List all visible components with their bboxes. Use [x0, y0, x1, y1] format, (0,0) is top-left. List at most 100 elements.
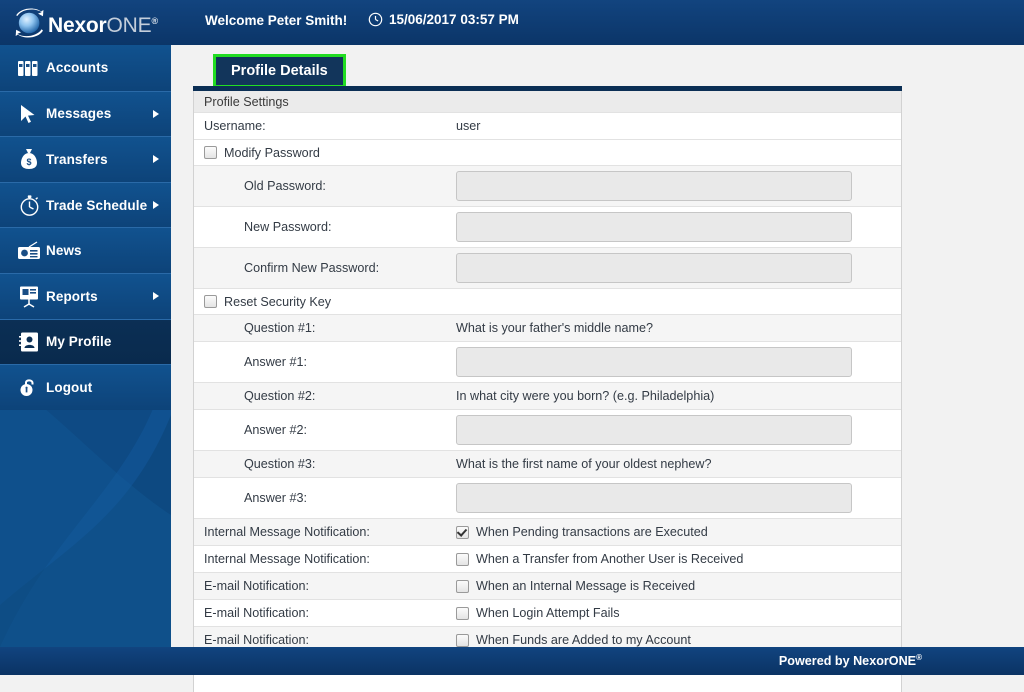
- section-title: Profile Settings: [204, 94, 289, 109]
- clock-icon: [368, 12, 383, 27]
- sidebar-item-trade-schedule[interactable]: Trade Schedule: [0, 181, 171, 228]
- chevron-right-icon: [153, 292, 159, 301]
- answer-2-input[interactable]: [456, 415, 852, 445]
- answer-1-input[interactable]: [456, 347, 852, 377]
- notification-1-text: When Pending transactions are Executed: [476, 525, 708, 539]
- app-header: NexorONE® Welcome Peter Smith! 15/06/201…: [0, 0, 1024, 45]
- sidebar-item-label: Reports: [46, 288, 98, 304]
- sidebar-item-reports[interactable]: Reports: [0, 272, 171, 319]
- stopwatch-icon: [12, 192, 46, 218]
- row-username: Username: user: [194, 113, 901, 140]
- logo-registered-mark: ®: [151, 16, 158, 26]
- footer-powered-by: Powered by NexorONE®: [779, 653, 922, 668]
- row-answer-3: Answer #3:: [194, 478, 901, 519]
- question-3-value[interactable]: What is the first name of your oldest ne…: [456, 457, 901, 471]
- sidebar-item-transfers[interactable]: $ Transfers: [0, 136, 171, 182]
- question-2-value[interactable]: In what city were you born? (e.g. Philad…: [456, 389, 901, 403]
- old-password-label: Old Password:: [244, 179, 326, 193]
- page-root: NexorONE® Welcome Peter Smith! 15/06/201…: [0, 0, 1024, 692]
- footer-text-label: Powered by NexorONE: [778, 654, 917, 669]
- row-answer-1: Answer #1:: [194, 342, 901, 383]
- confirm-new-password-input[interactable]: [456, 253, 852, 283]
- sidebar-item-label: My Profile: [46, 334, 112, 350]
- radio-icon: [12, 238, 46, 264]
- notification-5-checkbox-group[interactable]: When Funds are Added to my Account: [456, 633, 691, 647]
- cursor-icon: [12, 101, 46, 127]
- sidebar-item-label: Logout: [46, 379, 93, 395]
- modify-password-checkbox[interactable]: [204, 146, 217, 159]
- logo[interactable]: NexorONE®: [10, 2, 195, 44]
- sidebar-nav: Accounts Messages $ Transfers Trade Sche…: [0, 45, 171, 647]
- nexorone-globe-icon: [15, 8, 44, 38]
- row-question-2: Question #2: In what city were you born?…: [194, 383, 901, 410]
- sidebar-item-label: News: [46, 243, 82, 259]
- section-header-profile-settings: Profile Settings: [194, 91, 901, 113]
- notification-3-label: E-mail Notification:: [204, 579, 309, 593]
- notification-5-label: E-mail Notification:: [204, 633, 309, 647]
- sidebar-item-label: Trade Schedule: [46, 197, 148, 213]
- datetime-group: 15/06/2017 03:57 PM: [368, 12, 519, 27]
- notification-2-checkbox[interactable]: [456, 552, 469, 566]
- notification-5-checkbox[interactable]: [456, 633, 469, 647]
- tab-profile-details[interactable]: Profile Details: [213, 54, 346, 88]
- notification-4-checkbox-group[interactable]: When Login Attempt Fails: [456, 606, 620, 620]
- username-label: Username:: [204, 119, 266, 133]
- row-answer-2: Answer #2:: [194, 410, 901, 451]
- notification-1-checkbox-group[interactable]: When Pending transactions are Executed: [456, 525, 708, 539]
- logo-text: NexorONE®: [48, 9, 158, 38]
- money-bag-icon: $: [12, 146, 46, 172]
- chevron-right-icon: [153, 155, 159, 164]
- sidebar-item-messages[interactable]: Messages: [0, 90, 171, 137]
- notification-2-label: Internal Message Notification:: [204, 552, 370, 566]
- sidebar-item-label: Messages: [46, 106, 112, 122]
- answer-1-label: Answer #1:: [244, 355, 307, 369]
- sidebar-item-logout[interactable]: Logout: [0, 364, 171, 410]
- notification-1-checkbox[interactable]: [456, 525, 469, 539]
- username-value: user: [456, 119, 481, 133]
- row-question-3: Question #3: What is the first name of y…: [194, 451, 901, 478]
- row-notification-1: Internal Message Notification: When Pend…: [194, 519, 901, 546]
- question-1-label: Question #1:: [244, 321, 316, 335]
- welcome-message: Welcome Peter Smith!: [205, 13, 348, 28]
- notification-2-text: When a Transfer from Another User is Rec…: [476, 552, 744, 566]
- question-1-value[interactable]: What is your father's middle name?: [456, 321, 901, 335]
- sidebar-item-my-profile[interactable]: My Profile: [0, 318, 171, 365]
- modify-password-checkbox-group[interactable]: Modify Password: [204, 146, 320, 160]
- contact-card-icon: [12, 329, 46, 355]
- notification-1-label: Internal Message Notification:: [204, 525, 370, 539]
- svg-text:$: $: [26, 157, 31, 167]
- row-new-password: New Password:: [194, 207, 901, 248]
- notification-4-checkbox[interactable]: [456, 606, 469, 620]
- sidebar-item-accounts[interactable]: Accounts: [0, 45, 171, 91]
- row-notification-4: E-mail Notification: When Login Attempt …: [194, 600, 901, 627]
- modify-password-label: Modify Password: [224, 145, 320, 160]
- notification-3-text: When an Internal Message is Received: [476, 579, 696, 593]
- app-footer: Powered by NexorONE®: [0, 647, 1024, 675]
- current-datetime: 15/06/2017 03:57 PM: [389, 12, 519, 27]
- padlock-icon: [12, 374, 46, 400]
- new-password-input[interactable]: [456, 212, 852, 242]
- answer-2-label: Answer #2:: [244, 423, 307, 437]
- presentation-icon: [12, 283, 46, 309]
- notification-2-checkbox-group[interactable]: When a Transfer from Another User is Rec…: [456, 552, 743, 566]
- row-modify-password[interactable]: Modify Password: [194, 140, 901, 166]
- reset-security-key-label: Reset Security Key: [224, 294, 332, 309]
- profile-details-panel: Profile Settings Username: user Modify P…: [193, 91, 902, 692]
- answer-3-input[interactable]: [456, 483, 852, 513]
- row-question-1: Question #1: What is your father's middl…: [194, 315, 901, 342]
- row-notification-2: Internal Message Notification: When a Tr…: [194, 546, 901, 573]
- reset-security-key-checkbox[interactable]: [204, 295, 217, 308]
- chevron-right-icon: [153, 201, 159, 210]
- old-password-input[interactable]: [456, 171, 852, 201]
- notification-3-checkbox[interactable]: [456, 579, 469, 593]
- row-confirm-new-password: Confirm New Password:: [194, 248, 901, 289]
- row-old-password: Old Password:: [194, 166, 901, 207]
- notification-3-checkbox-group[interactable]: When an Internal Message is Received: [456, 579, 695, 593]
- reset-security-key-checkbox-group[interactable]: Reset Security Key: [204, 295, 331, 309]
- sidebar-item-news[interactable]: News: [0, 227, 171, 273]
- notification-4-label: E-mail Notification:: [204, 606, 309, 620]
- question-2-label: Question #2:: [244, 389, 316, 403]
- row-reset-security-key[interactable]: Reset Security Key: [194, 289, 901, 315]
- new-password-label: New Password:: [244, 220, 332, 234]
- question-3-label: Question #3:: [244, 457, 316, 471]
